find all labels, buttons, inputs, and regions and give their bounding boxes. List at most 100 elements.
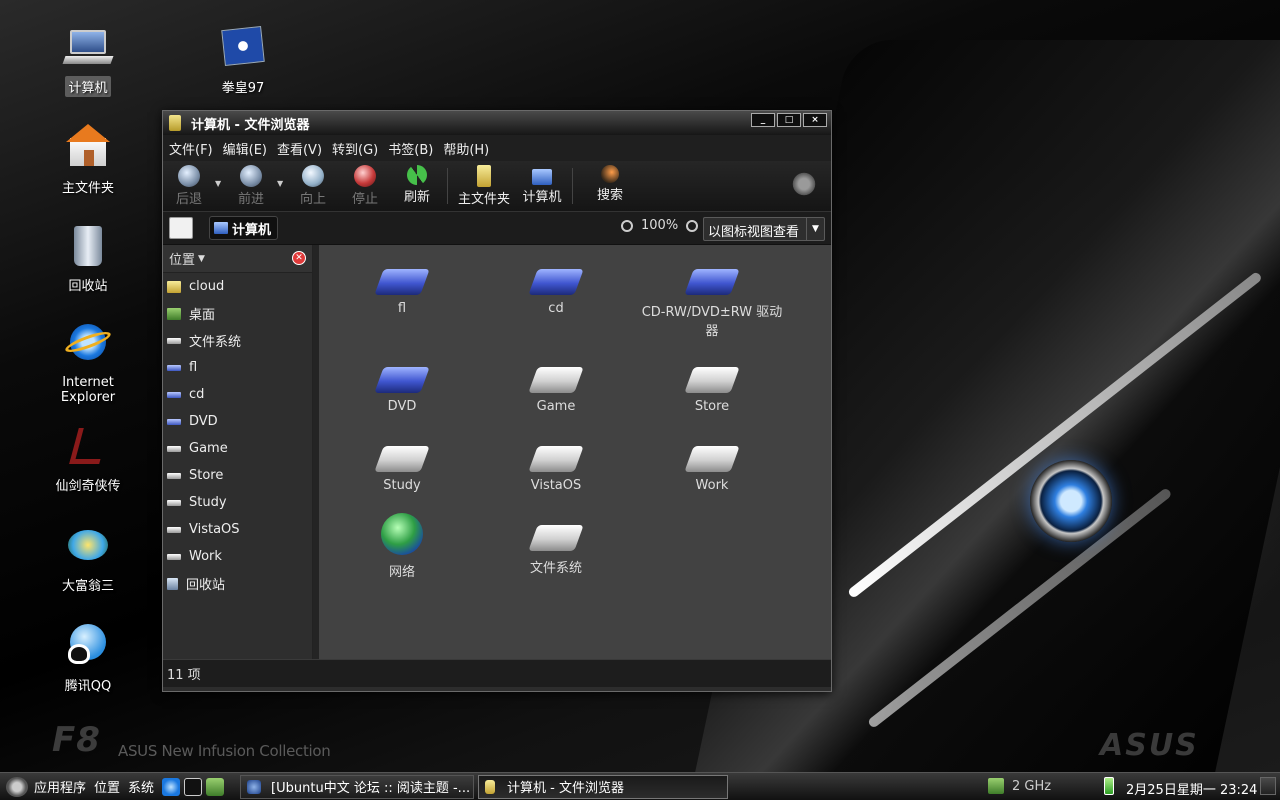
menu-help[interactable]: 帮助(H) <box>443 139 489 158</box>
sidebar-close-button[interactable]: ✕ <box>292 251 306 265</box>
sidebar-item-cloud[interactable]: cloud <box>163 273 312 300</box>
qq-icon <box>64 622 112 670</box>
cd-drive-icon <box>167 364 181 371</box>
file-item-store[interactable]: Store <box>637 367 787 414</box>
menu-bookmarks[interactable]: 书签(B) <box>388 139 433 158</box>
zoom-level[interactable]: 100% <box>641 218 678 233</box>
file-item-network[interactable]: 网络 <box>327 513 477 580</box>
menu-places[interactable]: 位置 <box>94 777 120 796</box>
sidebar-item-cd[interactable]: cd <box>163 381 312 408</box>
menu-file[interactable]: 文件(F) <box>169 139 213 158</box>
drive-icon <box>374 446 430 472</box>
sidebar-item-trash[interactable]: 回收站 <box>163 570 312 597</box>
file-item-filesystem[interactable]: 文件系统 <box>481 525 631 576</box>
desktop-icon-trash[interactable]: 回收站 <box>33 222 143 295</box>
computer-button[interactable]: 计算机 <box>516 163 568 205</box>
up-arrow-icon <box>302 165 324 187</box>
desktop-icon-kof97[interactable]: 拳皇97 <box>188 24 298 97</box>
reload-button[interactable]: 刷新 <box>391 163 443 205</box>
sidebar: 位置 ▼ ✕ cloud 桌面 文件系统 fl cd DVD Game Store… <box>163 245 313 659</box>
breadcrumb-computer[interactable]: 计算机 <box>209 216 279 240</box>
computer-icon <box>62 24 114 72</box>
window-titlebar[interactable]: 计算机 - 文件浏览器 _ □ × <box>163 111 831 135</box>
browser-icon <box>247 779 262 794</box>
file-item-fl[interactable]: fl <box>327 269 477 316</box>
menu-go[interactable]: 转到(G) <box>332 139 378 158</box>
wallpaper-model: F8 <box>52 720 101 760</box>
cd-drive-icon <box>684 269 740 295</box>
file-item-game[interactable]: Game <box>481 367 631 414</box>
edit-location-button[interactable] <box>169 217 193 239</box>
maximize-button[interactable]: □ <box>777 113 801 127</box>
desktop-icon-xianjian[interactable]: 仙剑奇侠传 <box>33 422 143 495</box>
network-icon <box>381 513 423 555</box>
forward-arrow-icon <box>240 165 262 187</box>
menu-applications[interactable]: 应用程序 <box>34 777 86 796</box>
desktop-icon <box>167 307 181 320</box>
menu-system[interactable]: 系统 <box>128 777 154 796</box>
desktop-icon-ie[interactable]: Internet Explorer <box>33 322 143 406</box>
menu-view[interactable]: 查看(V) <box>277 139 322 158</box>
sidebar-item-desktop[interactable]: 桌面 <box>163 300 312 327</box>
sidebar-item-store[interactable]: Store <box>163 462 312 489</box>
gnome-foot-icon[interactable] <box>6 776 28 797</box>
menubar: 文件(F) 编辑(E) 查看(V) 转到(G) 书签(B) 帮助(H) <box>163 135 831 161</box>
game-icon <box>64 522 112 570</box>
desktop-icon-qq[interactable]: 腾讯QQ <box>33 622 143 695</box>
clock[interactable]: 2月25日星期一 23:24 <box>1126 779 1257 798</box>
forward-history-dropdown[interactable]: ▼ <box>277 163 287 188</box>
battery-icon[interactable] <box>1104 777 1114 795</box>
desktop-icon-home[interactable]: 主文件夹 <box>33 124 143 197</box>
terminal-launcher-icon[interactable] <box>184 777 203 796</box>
toolbar: 后退 ▼ 前进 ▼ 向上 停止 刷新 主文件夹 计算机 搜索 <box>163 161 831 211</box>
sidebar-item-filesystem[interactable]: 文件系统 <box>163 327 312 354</box>
home-button[interactable]: 主文件夹 <box>452 163 516 207</box>
search-button[interactable]: 搜索 <box>577 163 643 203</box>
sidebar-item-fl[interactable]: fl <box>163 354 312 381</box>
toolbar-separator <box>572 168 573 204</box>
wallpaper-tagline: ASUS New Infusion Collection <box>118 742 331 760</box>
file-item-study[interactable]: Study <box>327 446 477 493</box>
desktop-icon-monopoly[interactable]: 大富翁三 <box>33 522 143 595</box>
file-item-cdrw-dvd[interactable]: CD-RW/DVD±RW 驱动器 <box>637 269 787 339</box>
drive-icon <box>167 337 181 344</box>
internet-explorer-icon <box>63 322 113 370</box>
drive-icon <box>167 445 181 452</box>
sidebar-item-dvd[interactable]: DVD <box>163 408 312 435</box>
show-desktop-icon[interactable] <box>206 777 225 796</box>
zoom-out-icon[interactable] <box>621 219 633 232</box>
folder-icon <box>167 280 181 293</box>
drive-icon <box>528 446 584 472</box>
menu-edit[interactable]: 编辑(E) <box>223 139 267 158</box>
stop-button[interactable]: 停止 <box>339 163 391 207</box>
cpu-frequency[interactable]: 2 GHz <box>1012 779 1051 794</box>
task-ubuntu-forum[interactable]: [Ubuntu中文 论坛 :: 阅读主题 -... <box>240 774 475 799</box>
file-item-dvd[interactable]: DVD <box>327 367 477 414</box>
desktop-icon-computer[interactable]: 计算机 <box>33 24 143 97</box>
sidebar-item-work[interactable]: Work <box>163 543 312 570</box>
sidebar-header[interactable]: 位置 ▼ ✕ <box>163 245 312 273</box>
cd-drive-icon <box>167 418 181 425</box>
back-history-dropdown[interactable]: ▼ <box>215 163 225 188</box>
file-item-work[interactable]: Work <box>637 446 787 493</box>
sidebar-item-game[interactable]: Game <box>163 435 312 462</box>
folder-icon <box>169 115 181 131</box>
file-item-vistaos[interactable]: VistaOS <box>481 446 631 493</box>
zoom-in-icon[interactable] <box>686 219 699 232</box>
close-button[interactable]: × <box>803 113 827 127</box>
up-button[interactable]: 向上 <box>287 163 339 207</box>
stop-icon <box>354 165 376 187</box>
minimize-button[interactable]: _ <box>751 113 775 127</box>
forward-button[interactable]: 前进 <box>225 163 277 207</box>
browser-launcher-icon[interactable] <box>162 777 181 796</box>
file-item-cd[interactable]: cd <box>481 269 631 316</box>
home-folder-icon <box>64 124 112 172</box>
view-mode-select[interactable]: 以图标视图查看 ▼ <box>703 217 825 241</box>
show-desktop-button[interactable] <box>1260 777 1276 795</box>
task-file-browser[interactable]: 计算机 - 文件浏览器 <box>478 774 729 799</box>
gnome-foot-icon <box>791 171 817 197</box>
search-icon <box>601 165 619 183</box>
back-button[interactable]: 后退 <box>163 163 215 207</box>
sidebar-item-study[interactable]: Study <box>163 489 312 516</box>
sidebar-item-vistaos[interactable]: VistaOS <box>163 516 312 543</box>
